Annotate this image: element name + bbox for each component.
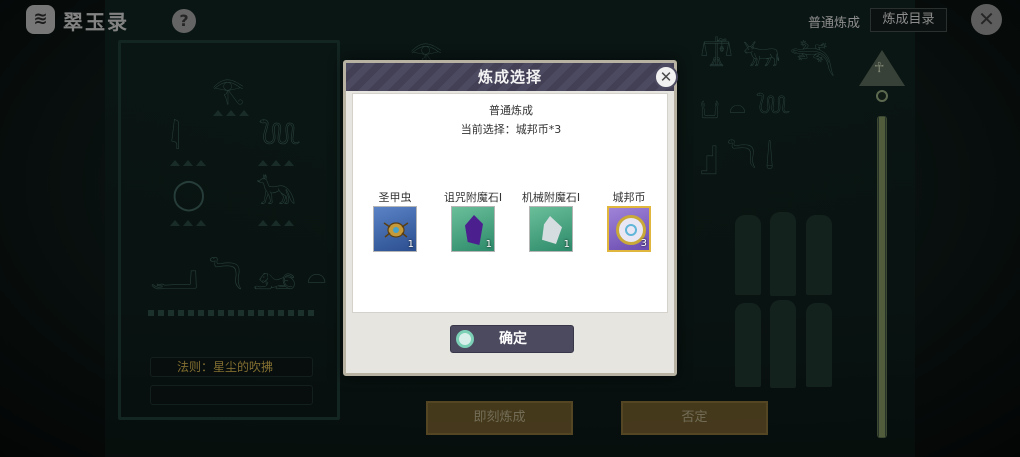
item-count: 1	[563, 239, 570, 250]
dialog-title: 炼成选择	[477, 68, 542, 86]
item-name: 圣甲虫	[378, 191, 412, 204]
confirm-button[interactable]: 确定	[450, 325, 574, 353]
confirm-label: 确定	[499, 331, 527, 347]
item-tile[interactable]: 1	[373, 206, 417, 252]
grey-crystal-icon	[542, 216, 562, 244]
item-tile[interactable]: 1	[451, 206, 495, 252]
item-tile-selected[interactable]: 3	[607, 206, 651, 252]
dialog-header: 炼成选择	[346, 63, 674, 91]
item-count: 3	[640, 238, 647, 249]
current-selection-label: 当前选择：城邦币*3	[460, 123, 562, 136]
item-tile[interactable]: 1	[529, 206, 573, 252]
scarab-icon	[383, 222, 409, 238]
dialog-close-icon[interactable]: ✕	[654, 65, 678, 89]
item-name: 机械附魔石I	[521, 191, 581, 204]
refine-select-dialog: 炼成选择 ✕ 普通炼成 当前选择：城邦币*3 圣甲虫 1 诅咒附魔石I 1 机械…	[343, 60, 678, 376]
item-count: 1	[485, 239, 492, 250]
dialog-body: 普通炼成 当前选择：城邦币*3 圣甲虫 1 诅咒附魔石I 1 机械附魔石I 1 …	[352, 93, 668, 313]
item-name: 诅咒附魔石I	[443, 191, 503, 204]
purple-gem-icon	[465, 215, 483, 245]
item-name: 城邦币	[612, 191, 646, 204]
item-count: 1	[407, 239, 414, 250]
refine-mode-label: 普通炼成	[489, 104, 533, 117]
